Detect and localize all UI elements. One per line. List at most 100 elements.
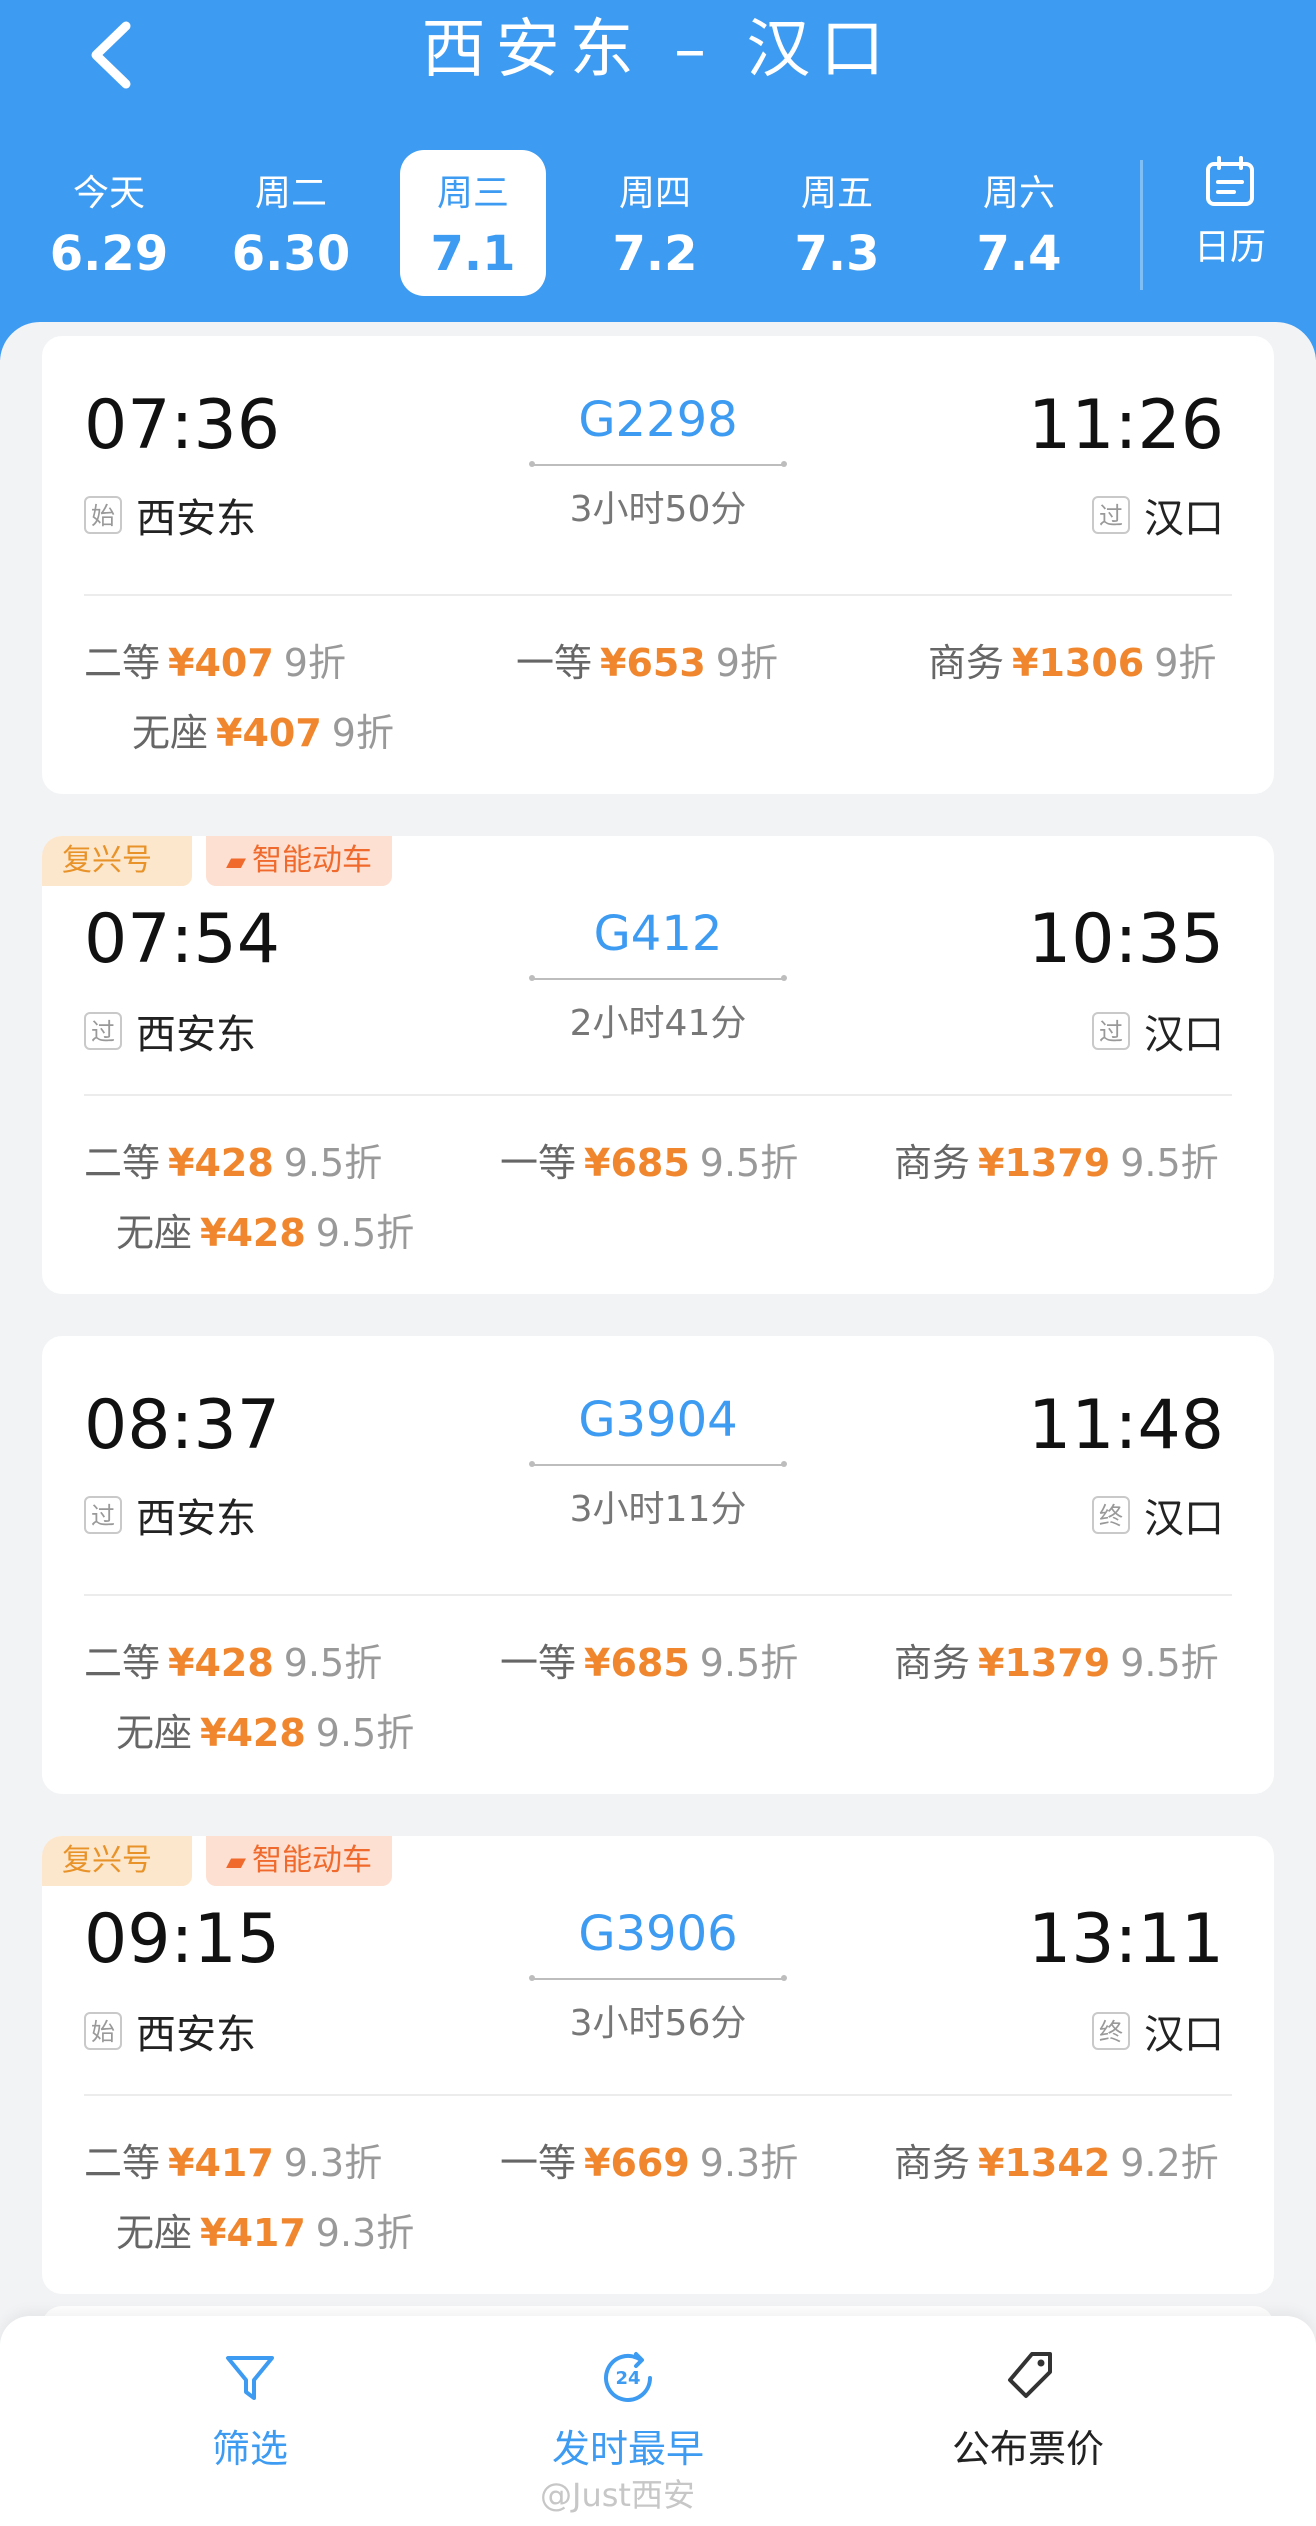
duration: 2小时41分	[569, 1003, 747, 1044]
price-second-class: 二等 ¥407 9折	[84, 641, 346, 685]
fuxing-tag: 复兴号	[42, 836, 192, 886]
route-line	[529, 975, 787, 981]
arrival-time: 13:11	[1028, 1900, 1224, 1979]
train-card[interactable]: 复兴号 ▰ 智能动车 07:54 过西安东 G412 2小时41分 10:35 过…	[42, 836, 1274, 1294]
arrival-time: 11:48	[1028, 1386, 1224, 1465]
calendar-label: 日历	[1193, 227, 1266, 268]
route-line	[529, 1975, 787, 1981]
price-business-class: 商务 ¥1379 9.5折	[894, 1141, 1219, 1185]
arrival-time: 11:26	[1028, 386, 1224, 465]
price-no-seat: 无座 ¥428 9.5折	[116, 1711, 415, 1755]
departure-station: 始西安东	[84, 486, 256, 542]
train-icon: ▰	[226, 1847, 246, 1877]
departure-time: 07:36	[84, 386, 280, 465]
departure-station: 过西安东	[84, 1002, 256, 1058]
start-badge: 始	[84, 496, 122, 534]
fuxing-tag: 复兴号	[42, 1836, 192, 1886]
date-weekday: 周四	[618, 173, 691, 214]
date-tabs: 今天 6.29 周二 6.30 周三 7.1 周四 7.2 周五 7.3 周六 …	[0, 150, 1316, 300]
duration: 3小时56分	[569, 2003, 747, 2044]
published-fare-label: 公布票价	[951, 2427, 1104, 2471]
date-weekday: 周二	[254, 173, 327, 214]
divider	[84, 1094, 1232, 1096]
pass-badge: 过	[1092, 496, 1130, 534]
train-card[interactable]: 07:36 始西安东 G2298 3小时50分 11:26 过汉口 二等 ¥407…	[42, 336, 1274, 794]
price-business-class: 商务 ¥1379 9.5折	[894, 1641, 1219, 1685]
date-value: 6.30	[231, 226, 351, 282]
price-second-class: 二等 ¥417 9.3折	[84, 2141, 383, 2185]
date-value: 6.29	[49, 226, 169, 282]
start-badge: 始	[84, 2012, 122, 2050]
station-name: 西安东	[136, 2012, 256, 2058]
price-first-class: 一等 ¥685 9.5折	[500, 1141, 799, 1185]
price-second-class: 二等 ¥428 9.5折	[84, 1641, 383, 1685]
departure-time: 07:54	[84, 900, 280, 979]
filter-button[interactable]: 筛选	[100, 2346, 400, 2473]
departure-station: 始西安东	[84, 2002, 256, 2058]
watermark: @Just西安	[540, 2476, 695, 2514]
date-value: 7.3	[794, 226, 880, 282]
date-tab-4[interactable]: 周五 7.3	[764, 150, 910, 296]
train-card[interactable]: 08:37 过西安东 G3904 3小时11分 11:48 终汉口 二等 ¥428…	[42, 1336, 1274, 1794]
smart-train-tag: ▰ 智能动车	[206, 836, 392, 886]
header-bar: 西安东 – 汉口 今天 6.29 周二 6.30 周三 7.1 周四 7.2 周…	[0, 0, 1316, 360]
price-business-class: 商务 ¥1306 9折	[928, 641, 1217, 685]
station-name: 汉口	[1144, 2012, 1224, 2058]
date-value: 7.2	[612, 226, 698, 282]
filter-label: 筛选	[211, 2427, 288, 2471]
station-name: 汉口	[1144, 496, 1224, 542]
svg-text:24: 24	[615, 2368, 640, 2389]
calendar-icon	[1206, 156, 1254, 206]
train-number: G412	[593, 906, 723, 962]
date-tab-0[interactable]: 今天 6.29	[36, 150, 182, 296]
route-line	[529, 461, 787, 467]
station-name: 汉口	[1144, 1012, 1224, 1058]
train-number: G2298	[578, 392, 738, 448]
date-weekday: 周五	[800, 173, 873, 214]
price-first-class: 一等 ¥669 9.3折	[500, 2141, 799, 2185]
divider	[84, 2094, 1232, 2096]
station-name: 西安东	[136, 496, 256, 542]
departure-time: 09:15	[84, 1900, 280, 1979]
date-weekday: 今天	[72, 173, 145, 214]
divider	[84, 1594, 1232, 1596]
divider	[84, 594, 1232, 596]
station-name: 汉口	[1144, 1496, 1224, 1542]
price-first-class: 一等 ¥653 9折	[516, 641, 778, 685]
date-weekday: 周三	[436, 173, 509, 214]
arrival-time: 10:35	[1028, 900, 1224, 979]
train-card[interactable]: 复兴号 ▰ 智能动车 09:15 始西安东 G3906 3小时56分 13:11 …	[42, 1836, 1274, 2294]
price-no-seat: 无座 ¥417 9.3折	[116, 2211, 415, 2255]
date-weekday: 周六	[982, 173, 1055, 214]
departure-station: 过西安东	[84, 1486, 256, 1542]
duration: 3小时50分	[569, 489, 747, 530]
date-tab-5[interactable]: 周六 7.4	[946, 150, 1092, 296]
clock-24-icon: 24	[604, 2352, 652, 2402]
station-name: 西安东	[136, 1012, 256, 1058]
earliest-label: 发时最早	[551, 2427, 704, 2471]
station-name: 西安东	[136, 1496, 256, 1542]
date-tab-3[interactable]: 周四 7.2	[582, 150, 728, 296]
departure-time: 08:37	[84, 1386, 280, 1465]
date-value: 7.1	[430, 226, 516, 282]
price-no-seat: 无座 ¥428 9.5折	[116, 1211, 415, 1255]
arrival-station: 终汉口	[1092, 2002, 1224, 2058]
route-line	[529, 1461, 787, 1467]
arrival-station: 过汉口	[1092, 1002, 1224, 1058]
earliest-departure-sort[interactable]: 24 发时最早	[478, 2346, 778, 2473]
smart-train-tag: ▰ 智能动车	[206, 1836, 392, 1886]
pass-badge: 过	[84, 1496, 122, 1534]
divider	[1140, 160, 1143, 290]
terminal-badge: 终	[1092, 1496, 1130, 1534]
price-tag-icon	[1008, 2352, 1052, 2398]
price-no-seat: 无座 ¥407 9折	[132, 711, 394, 755]
pass-badge: 过	[84, 1012, 122, 1050]
date-tab-1[interactable]: 周二 6.30	[218, 150, 364, 296]
date-tab-2[interactable]: 周三 7.1	[400, 150, 546, 296]
price-first-class: 一等 ¥685 9.5折	[500, 1641, 799, 1685]
published-fare-button[interactable]: 公布票价	[878, 2346, 1178, 2473]
calendar-button[interactable]: 日历	[1170, 150, 1290, 290]
price-business-class: 商务 ¥1342 9.2折	[894, 2141, 1219, 2185]
arrival-station: 过汉口	[1092, 486, 1224, 542]
pass-badge: 过	[1092, 1012, 1130, 1050]
